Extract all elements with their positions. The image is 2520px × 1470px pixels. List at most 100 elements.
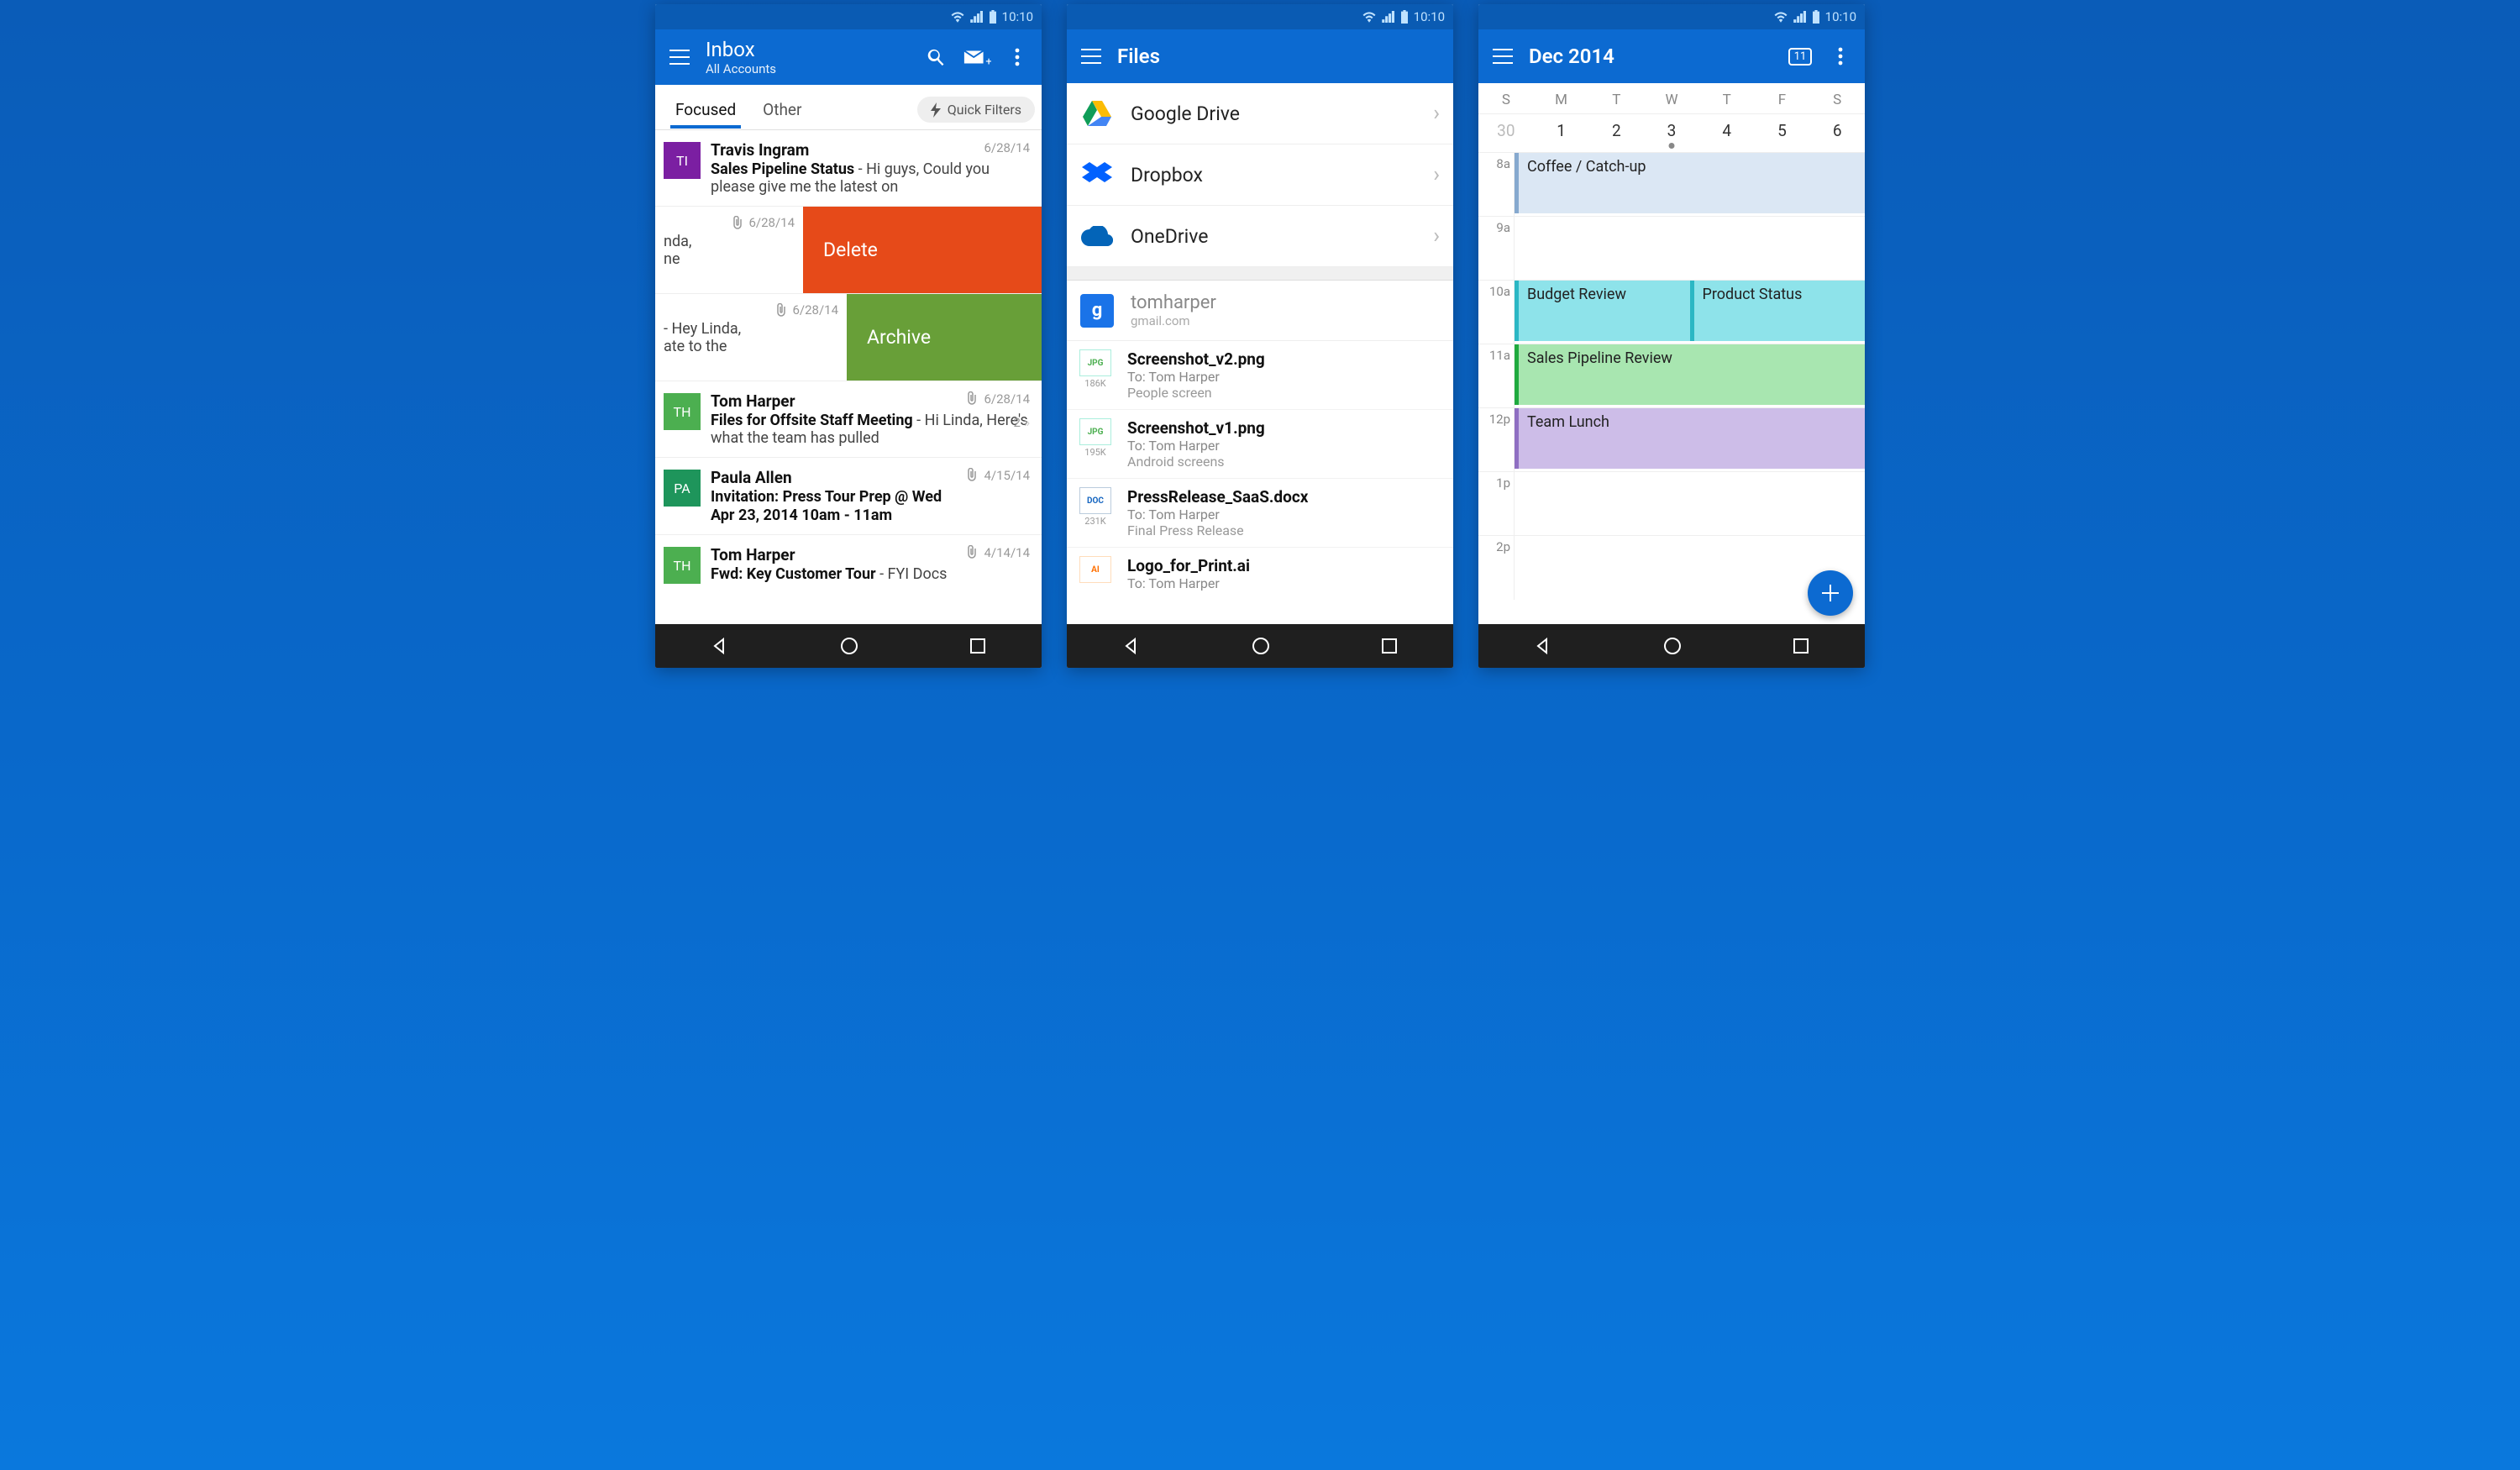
- hamburger-icon[interactable]: [665, 43, 694, 71]
- calendar-day[interactable]: 30: [1478, 114, 1534, 152]
- dow: S: [1478, 83, 1534, 113]
- hamburger-icon[interactable]: [1077, 42, 1105, 71]
- service-label: OneDrive: [1131, 225, 1416, 248]
- dow: W: [1644, 83, 1699, 113]
- calendar-day[interactable]: 2: [1588, 114, 1644, 152]
- attachment-icon: [966, 468, 978, 481]
- mail-list[interactable]: TI Travis Ingram Sales Pipeline Status -…: [655, 130, 1042, 624]
- hour-label: 8a: [1478, 153, 1514, 216]
- lightning-icon: [931, 102, 941, 118]
- back-icon[interactable]: [710, 636, 730, 656]
- chevron-right-icon: ›: [1433, 101, 1440, 126]
- fab-add-event[interactable]: [1808, 570, 1853, 616]
- hour-label: 9a: [1478, 217, 1514, 280]
- file-desc: People screen: [1127, 385, 1440, 401]
- file-name: Screenshot_v2.png: [1127, 349, 1440, 369]
- android-navbar: [1478, 624, 1865, 668]
- calendar-day[interactable]: 4: [1699, 114, 1755, 152]
- calendar-day[interactable]: 3: [1644, 114, 1699, 152]
- mail-row[interactable]: TH Tom Harper Fwd: Key Customer Tour - F…: [655, 535, 1042, 594]
- tab-focused[interactable]: Focused: [662, 92, 749, 128]
- recents-icon[interactable]: [969, 637, 987, 655]
- attachment-icon: [966, 391, 978, 405]
- swipe-delete-label: Delete: [823, 239, 878, 261]
- calendar-day[interactable]: 6: [1809, 114, 1865, 152]
- battery-icon: [1812, 10, 1820, 24]
- mail-sender: Tom Harper: [711, 545, 1030, 564]
- mail-sender: Paula Allen: [711, 468, 1030, 487]
- mail-date: 6/28/14: [792, 302, 838, 318]
- account-domain: gmail.com: [1131, 313, 1216, 328]
- service-google-drive[interactable]: Google Drive ›: [1067, 83, 1453, 144]
- mail-subtitle: All Accounts: [706, 61, 911, 76]
- compose-icon[interactable]: +: [963, 43, 991, 71]
- hour-label: 11a: [1478, 344, 1514, 407]
- mail-actionbar: Inbox All Accounts +: [655, 29, 1042, 85]
- mail-fragment: - Hey Linda,: [664, 320, 748, 338]
- mail-fragment: ne: [664, 250, 706, 268]
- thread-count: 2: [1014, 415, 1021, 430]
- hamburger-icon[interactable]: [1488, 42, 1517, 71]
- overflow-icon[interactable]: [1003, 43, 1032, 71]
- account-row[interactable]: g tomharper gmail.com: [1067, 281, 1453, 341]
- calendar-actionbar: Dec 2014 11: [1478, 29, 1865, 83]
- event-product[interactable]: Product Status: [1690, 281, 1866, 341]
- search-icon[interactable]: [922, 43, 951, 71]
- agenda-view[interactable]: 8a Coffee / Catch-up 9a 10a Budget Revie…: [1478, 153, 1865, 624]
- phone-calendar: 10:10 Dec 2014 11 S M T W T F S 30 1 2 3…: [1478, 4, 1865, 668]
- mail-row[interactable]: TI Travis Ingram Sales Pipeline Status -…: [655, 130, 1042, 207]
- files-title: Files: [1117, 45, 1443, 68]
- android-navbar: [1067, 624, 1453, 668]
- signal-icon: [970, 11, 984, 23]
- account-name: tomharper: [1131, 292, 1216, 313]
- battery-icon: [1400, 10, 1409, 24]
- mail-date: 6/28/14: [984, 391, 1030, 407]
- file-to: To: Tom Harper: [1127, 438, 1440, 454]
- file-item[interactable]: JPG186K Screenshot_v2.pngTo: Tom HarperP…: [1067, 341, 1453, 410]
- home-icon[interactable]: [839, 636, 859, 656]
- back-icon[interactable]: [1533, 636, 1553, 656]
- mail-sender: Travis Ingram: [711, 140, 1030, 160]
- swipe-delete-row[interactable]: Delete nda, ne 6/28/14: [655, 207, 1042, 294]
- event-lunch[interactable]: Team Lunch: [1515, 408, 1865, 469]
- mail-row[interactable]: PA Paula Allen Invitation: Press Tour Pr…: [655, 458, 1042, 535]
- signal-icon: [1793, 11, 1807, 23]
- home-icon[interactable]: [1251, 636, 1271, 656]
- event-budget[interactable]: Budget Review: [1515, 281, 1690, 341]
- wifi-icon: [950, 11, 965, 23]
- file-size: 186K: [1084, 378, 1105, 389]
- service-dropbox[interactable]: Dropbox ›: [1067, 144, 1453, 206]
- recents-icon[interactable]: [1380, 637, 1399, 655]
- event-pipeline[interactable]: Sales Pipeline Review: [1515, 344, 1865, 405]
- attachment-icon: [775, 303, 787, 317]
- home-icon[interactable]: [1662, 636, 1683, 656]
- chevron-right-icon: »: [1024, 415, 1030, 430]
- back-icon[interactable]: [1121, 636, 1142, 656]
- file-desc: Final Press Release: [1127, 522, 1440, 538]
- file-item[interactable]: AI Logo_for_Print.aiTo: Tom Harper: [1067, 548, 1453, 600]
- tab-other[interactable]: Other: [749, 92, 815, 128]
- service-onedrive[interactable]: OneDrive ›: [1067, 206, 1453, 267]
- dow: S: [1809, 83, 1865, 113]
- quick-filters-button[interactable]: Quick Filters: [917, 97, 1035, 123]
- mail-title: Inbox: [706, 38, 911, 61]
- file-item[interactable]: DOC231K PressRelease_SaaS.docxTo: Tom Ha…: [1067, 479, 1453, 548]
- mail-date: 6/28/14: [984, 140, 1030, 155]
- calendar-day[interactable]: 1: [1534, 114, 1589, 152]
- file-name: Logo_for_Print.ai: [1127, 556, 1440, 575]
- files-list[interactable]: Google Drive › Dropbox › OneDrive › g to…: [1067, 83, 1453, 624]
- calendar-day[interactable]: 5: [1755, 114, 1810, 152]
- service-label: Dropbox: [1131, 164, 1416, 186]
- hour-label: 10a: [1478, 281, 1514, 344]
- google-drive-icon: [1080, 97, 1114, 130]
- swipe-archive-row[interactable]: Archive - Hey Linda, ate to the 6/28/14: [655, 294, 1042, 381]
- dow: M: [1534, 83, 1589, 113]
- file-item[interactable]: JPG195K Screenshot_v1.pngTo: Tom HarperA…: [1067, 410, 1453, 479]
- recents-icon[interactable]: [1792, 637, 1810, 655]
- event-coffee[interactable]: Coffee / Catch-up: [1515, 153, 1865, 213]
- mail-row[interactable]: TH Tom Harper Files for Offsite Staff Me…: [655, 381, 1042, 458]
- today-button[interactable]: 11: [1786, 42, 1814, 71]
- overflow-icon[interactable]: [1826, 42, 1855, 71]
- android-navbar: [655, 624, 1042, 668]
- mail-subject-line1: Invitation: Press Tour Prep @ Wed: [711, 488, 942, 506]
